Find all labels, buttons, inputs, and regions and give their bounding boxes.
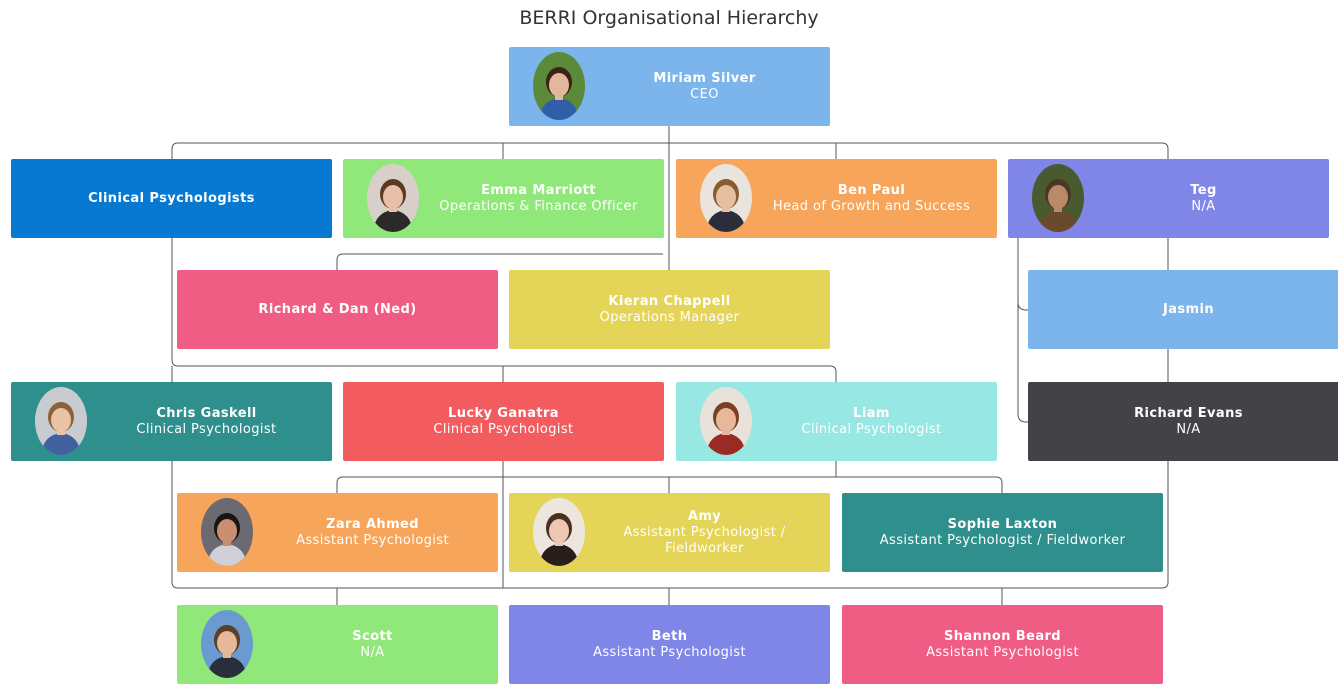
node-text: Teg N/A (1084, 183, 1323, 215)
node-text: Jasmin (1028, 302, 1338, 318)
node-role: N/A (1176, 422, 1201, 437)
node-name: Scott (352, 629, 393, 644)
org-node-lucky[interactable]: Lucky Ganatra Clinical Psychologist (343, 382, 664, 461)
node-text: Beth Assistant Psychologist (509, 629, 830, 661)
node-text: Scott N/A (253, 629, 492, 661)
node-name: Lucky Ganatra (448, 406, 559, 421)
node-name: Amy (687, 509, 722, 524)
org-node-jasmin[interactable]: Jasmin (1028, 270, 1338, 349)
node-text: Emma Marriott Operations & Finance Office… (419, 183, 658, 215)
node-text: Shannon Beard Assistant Psychologist (842, 629, 1163, 661)
node-name: Miriam Silver (653, 71, 756, 86)
node-role: CEO (690, 87, 719, 102)
node-role: Head of Growth and Success (772, 199, 971, 214)
org-node-emma[interactable]: Emma Marriott Operations & Finance Office… (343, 159, 664, 238)
node-role: Assistant Psychologist / Fieldworker (623, 525, 786, 556)
node-role: Assistant Psychologist / Fieldworker (879, 533, 1126, 548)
org-node-richdan[interactable]: Richard & Dan (Ned) (177, 270, 498, 349)
node-name: Clinical Psychologists (88, 191, 255, 206)
org-node-teg[interactable]: Teg N/A (1008, 159, 1329, 238)
avatar (201, 498, 253, 566)
avatar (201, 610, 253, 678)
connector-line (171, 366, 504, 382)
node-name: Emma Marriott (481, 183, 596, 198)
node-role: Assistant Psychologist (593, 645, 746, 660)
node-role: Operations & Finance Officer (439, 199, 638, 214)
org-node-miriam[interactable]: Miriam Silver CEO (509, 47, 830, 126)
org-node-scott[interactable]: Scott N/A (177, 605, 498, 684)
org-node-zara[interactable]: Zara Ahmed Assistant Psychologist (177, 493, 498, 572)
node-text: Lucky Ganatra Clinical Psychologist (343, 406, 664, 438)
node-name: Zara Ahmed (326, 517, 419, 532)
connector-line (336, 588, 1003, 605)
node-role: N/A (1191, 199, 1216, 214)
node-name: Sophie Laxton (947, 517, 1058, 532)
avatar (35, 387, 87, 455)
node-name: Chris Gaskell (156, 406, 257, 421)
org-node-sophie[interactable]: Sophie Laxton Assistant Psychologist / Fi… (842, 493, 1163, 572)
node-role: Assistant Psychologist (296, 533, 449, 548)
avatar (367, 164, 419, 232)
node-name: Beth (651, 629, 688, 644)
node-role: Clinical Psychologist (136, 422, 277, 437)
node-role: Clinical Psychologist (801, 422, 942, 437)
node-text: Richard Evans N/A (1028, 406, 1338, 438)
org-node-shannon[interactable]: Shannon Beard Assistant Psychologist (842, 605, 1163, 684)
node-text: Chris Gaskell Clinical Psychologist (87, 406, 326, 438)
avatar (700, 164, 752, 232)
org-node-clinpsych[interactable]: Clinical Psychologists (11, 159, 332, 238)
avatar (1032, 164, 1084, 232)
node-text: Kieran Chappell Operations Manager (509, 294, 830, 326)
node-text: Ben Paul Head of Growth and Success (752, 183, 991, 215)
org-node-richard[interactable]: Richard Evans N/A (1028, 382, 1338, 461)
node-name: Kieran Chappell (608, 294, 731, 309)
connector-line (171, 126, 1169, 159)
node-text: Amy Assistant Psychologist / Fieldworker (585, 509, 824, 557)
connector-line (1017, 300, 1028, 423)
avatar (700, 387, 752, 455)
node-role: N/A (360, 645, 385, 660)
org-node-beth[interactable]: Beth Assistant Psychologist (509, 605, 830, 684)
node-name: Richard Evans (1134, 406, 1243, 421)
org-node-liam[interactable]: Liam Clinical Psychologist (676, 382, 997, 461)
node-role: Assistant Psychologist (926, 645, 1079, 660)
avatar (533, 52, 585, 120)
node-role: Clinical Psychologist (433, 422, 574, 437)
node-name: Liam (853, 406, 890, 421)
org-node-kieran[interactable]: Kieran Chappell Operations Manager (509, 270, 830, 349)
node-text: Richard & Dan (Ned) (177, 302, 498, 318)
node-name: Shannon Beard (943, 629, 1062, 644)
avatar (533, 498, 585, 566)
node-text: Clinical Psychologists (11, 191, 332, 207)
node-name: Jasmin (1162, 302, 1214, 317)
node-name: Richard & Dan (Ned) (258, 302, 417, 317)
org-node-ben[interactable]: Ben Paul Head of Growth and Success (676, 159, 997, 238)
node-text: Liam Clinical Psychologist (752, 406, 991, 438)
node-text: Zara Ahmed Assistant Psychologist (253, 517, 492, 549)
node-text: Sophie Laxton Assistant Psychologist / Fi… (842, 517, 1163, 549)
org-node-chris[interactable]: Chris Gaskell Clinical Psychologist (11, 382, 332, 461)
node-text: Miriam Silver CEO (585, 71, 824, 103)
node-name: Teg (1190, 183, 1217, 198)
node-role: Operations Manager (599, 310, 740, 325)
node-name: Ben Paul (837, 183, 906, 198)
org-node-amy[interactable]: Amy Assistant Psychologist / Fieldworker (509, 493, 830, 572)
